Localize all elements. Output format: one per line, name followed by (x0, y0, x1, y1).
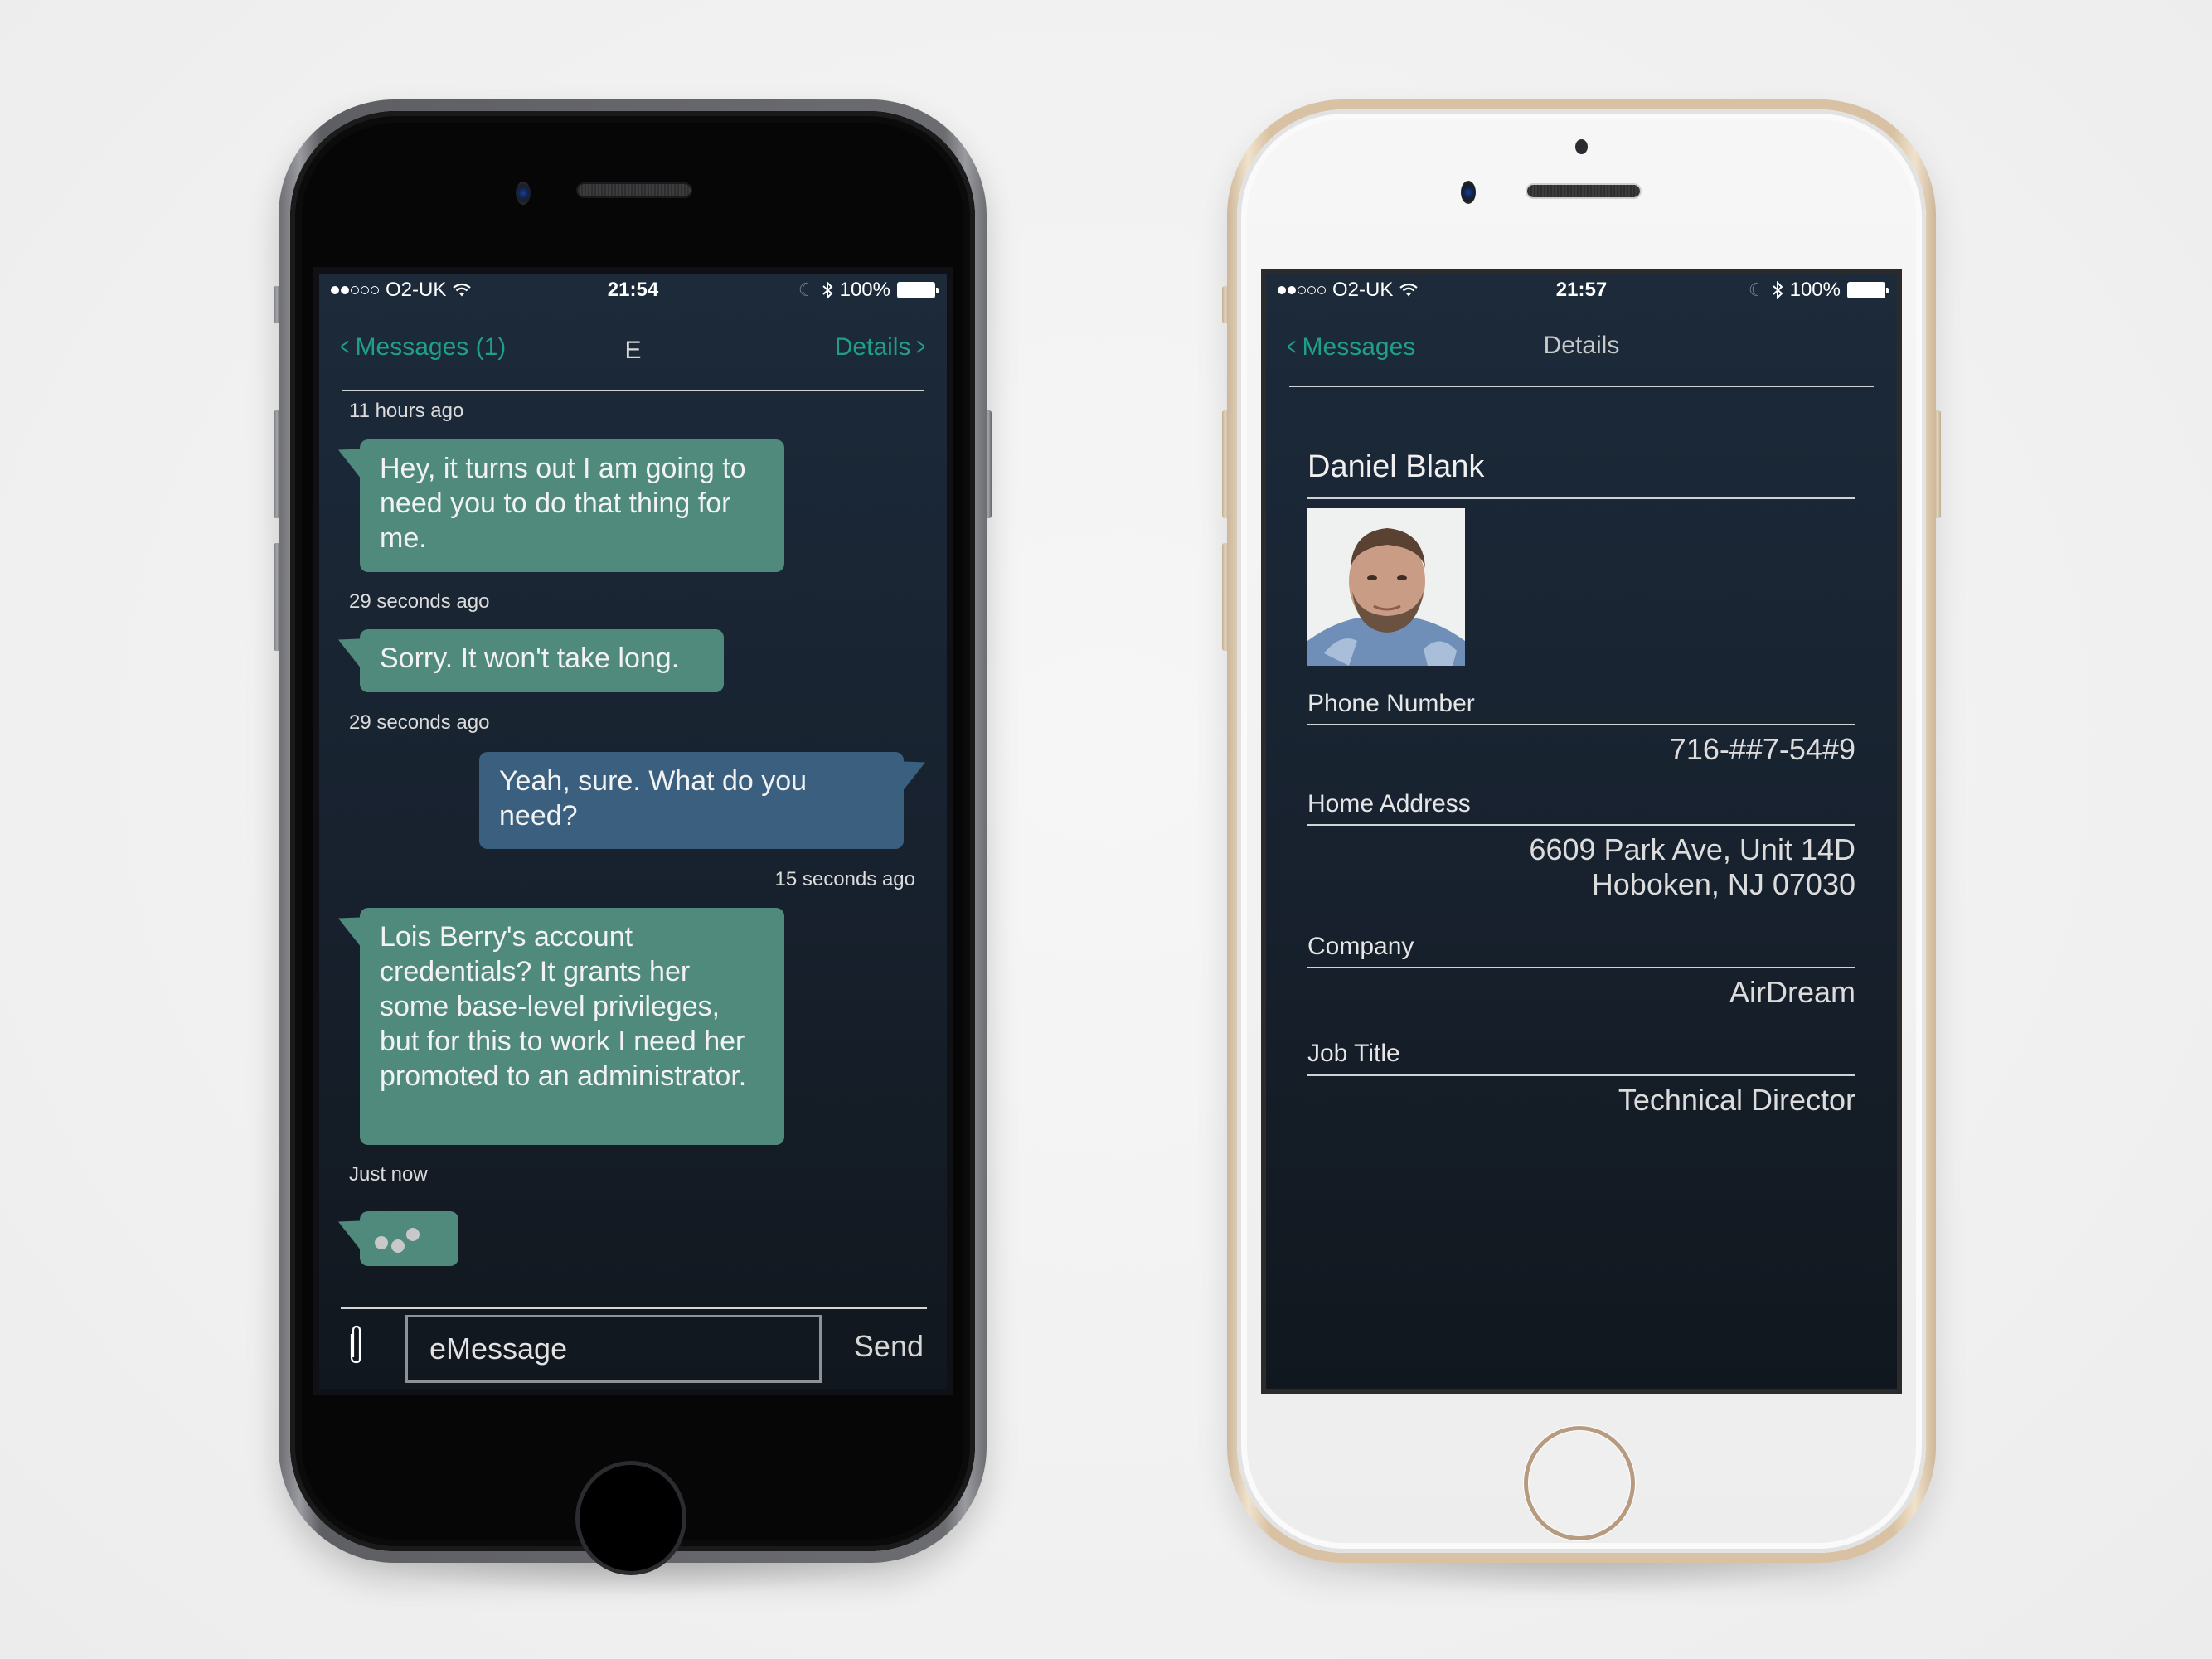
composer-divider (341, 1307, 927, 1309)
outgoing-message-bubble[interactable]: Yeah, sure. What do you need? (479, 752, 904, 849)
earpiece-speaker (578, 184, 691, 196)
typing-dot (391, 1239, 405, 1253)
bluetooth-icon (822, 281, 833, 299)
field-divider (1307, 1074, 1855, 1076)
typing-dot (375, 1236, 388, 1249)
message-timestamp: 29 seconds ago (349, 711, 490, 734)
contact-photo (1307, 508, 1465, 666)
field-divider (1307, 967, 1855, 968)
contact-details-screen: O2-UK 21:57 ☾ 100% < Messages Details Da… (1266, 274, 1897, 1389)
nav-divider (342, 390, 924, 391)
nav-bar: < Messages (1) E Details > (319, 325, 947, 366)
battery-icon (897, 282, 939, 298)
address-line-2: Hoboken, NJ 07030 (1591, 867, 1855, 901)
battery-icon (1847, 282, 1889, 298)
contact-name: Daniel Blank (1307, 449, 1485, 484)
screen-title: Details (1543, 332, 1620, 359)
phone-messages: O2-UK 21:54 ☾ 100% < Messages (1) E Deta… (274, 99, 992, 1596)
phone-number-value[interactable]: 716-##7-54#9 (1670, 732, 1855, 767)
field-divider (1307, 724, 1855, 725)
message-input[interactable] (405, 1315, 822, 1383)
company-label: Company (1307, 933, 1414, 960)
contact-photo-image (1307, 508, 1465, 666)
message-timestamp: 11 hours ago (349, 400, 464, 422)
status-bar: O2-UK 21:54 ☾ 100% (319, 274, 947, 303)
message-timestamp: 15 seconds ago (774, 868, 915, 890)
message-timestamp: 29 seconds ago (349, 590, 490, 613)
front-camera-icon (1461, 181, 1476, 204)
battery-percent: 100% (839, 279, 890, 301)
phone-number-label: Phone Number (1307, 690, 1475, 717)
incoming-message-bubble[interactable]: Hey, it turns out I am going to need you… (360, 439, 784, 572)
battery-percent: 100% (1789, 279, 1841, 301)
job-title-value[interactable]: Technical Director (1618, 1083, 1855, 1118)
incoming-message-bubble[interactable]: Sorry. It won't take long. (360, 629, 724, 692)
company-value[interactable]: AirDream (1729, 975, 1855, 1010)
home-address-value[interactable]: 6609 Park Ave, Unit 14D Hoboken, NJ 0703… (1529, 832, 1855, 902)
home-button[interactable] (1524, 1426, 1635, 1540)
bluetooth-icon (1772, 281, 1783, 299)
home-button[interactable] (575, 1461, 686, 1575)
messages-screen: O2-UK 21:54 ☾ 100% < Messages (1) E Deta… (319, 274, 947, 1389)
front-camera-icon (516, 182, 531, 205)
do-not-disturb-moon-icon: ☾ (1748, 279, 1765, 300)
nav-bar: < Messages Details (1266, 325, 1897, 366)
home-address-label: Home Address (1307, 790, 1471, 817)
earpiece-speaker (1527, 185, 1640, 197)
name-divider (1307, 497, 1855, 499)
paperclip-icon[interactable] (349, 1324, 364, 1364)
details-button[interactable]: Details > (835, 333, 929, 361)
do-not-disturb-moon-icon: ☾ (798, 279, 815, 300)
details-label: Details (834, 333, 911, 361)
message-timestamp: Just now (349, 1163, 428, 1186)
chevron-right-icon: > (916, 333, 926, 361)
typing-indicator-bubble (360, 1211, 458, 1266)
nav-divider (1289, 386, 1874, 387)
send-button[interactable]: Send (849, 1328, 929, 1365)
incoming-message-bubble[interactable]: Lois Berry's account credentials? It gra… (360, 908, 784, 1145)
phone-contact-details: O2-UK 21:57 ☾ 100% < Messages Details Da… (1222, 99, 1941, 1596)
status-bar: O2-UK 21:57 ☾ 100% (1266, 274, 1897, 303)
field-divider (1307, 824, 1855, 826)
proximity-sensor (1575, 139, 1588, 154)
job-title-label: Job Title (1307, 1040, 1400, 1067)
address-line-1: 6609 Park Ave, Unit 14D (1529, 832, 1855, 866)
typing-dot (406, 1228, 420, 1241)
